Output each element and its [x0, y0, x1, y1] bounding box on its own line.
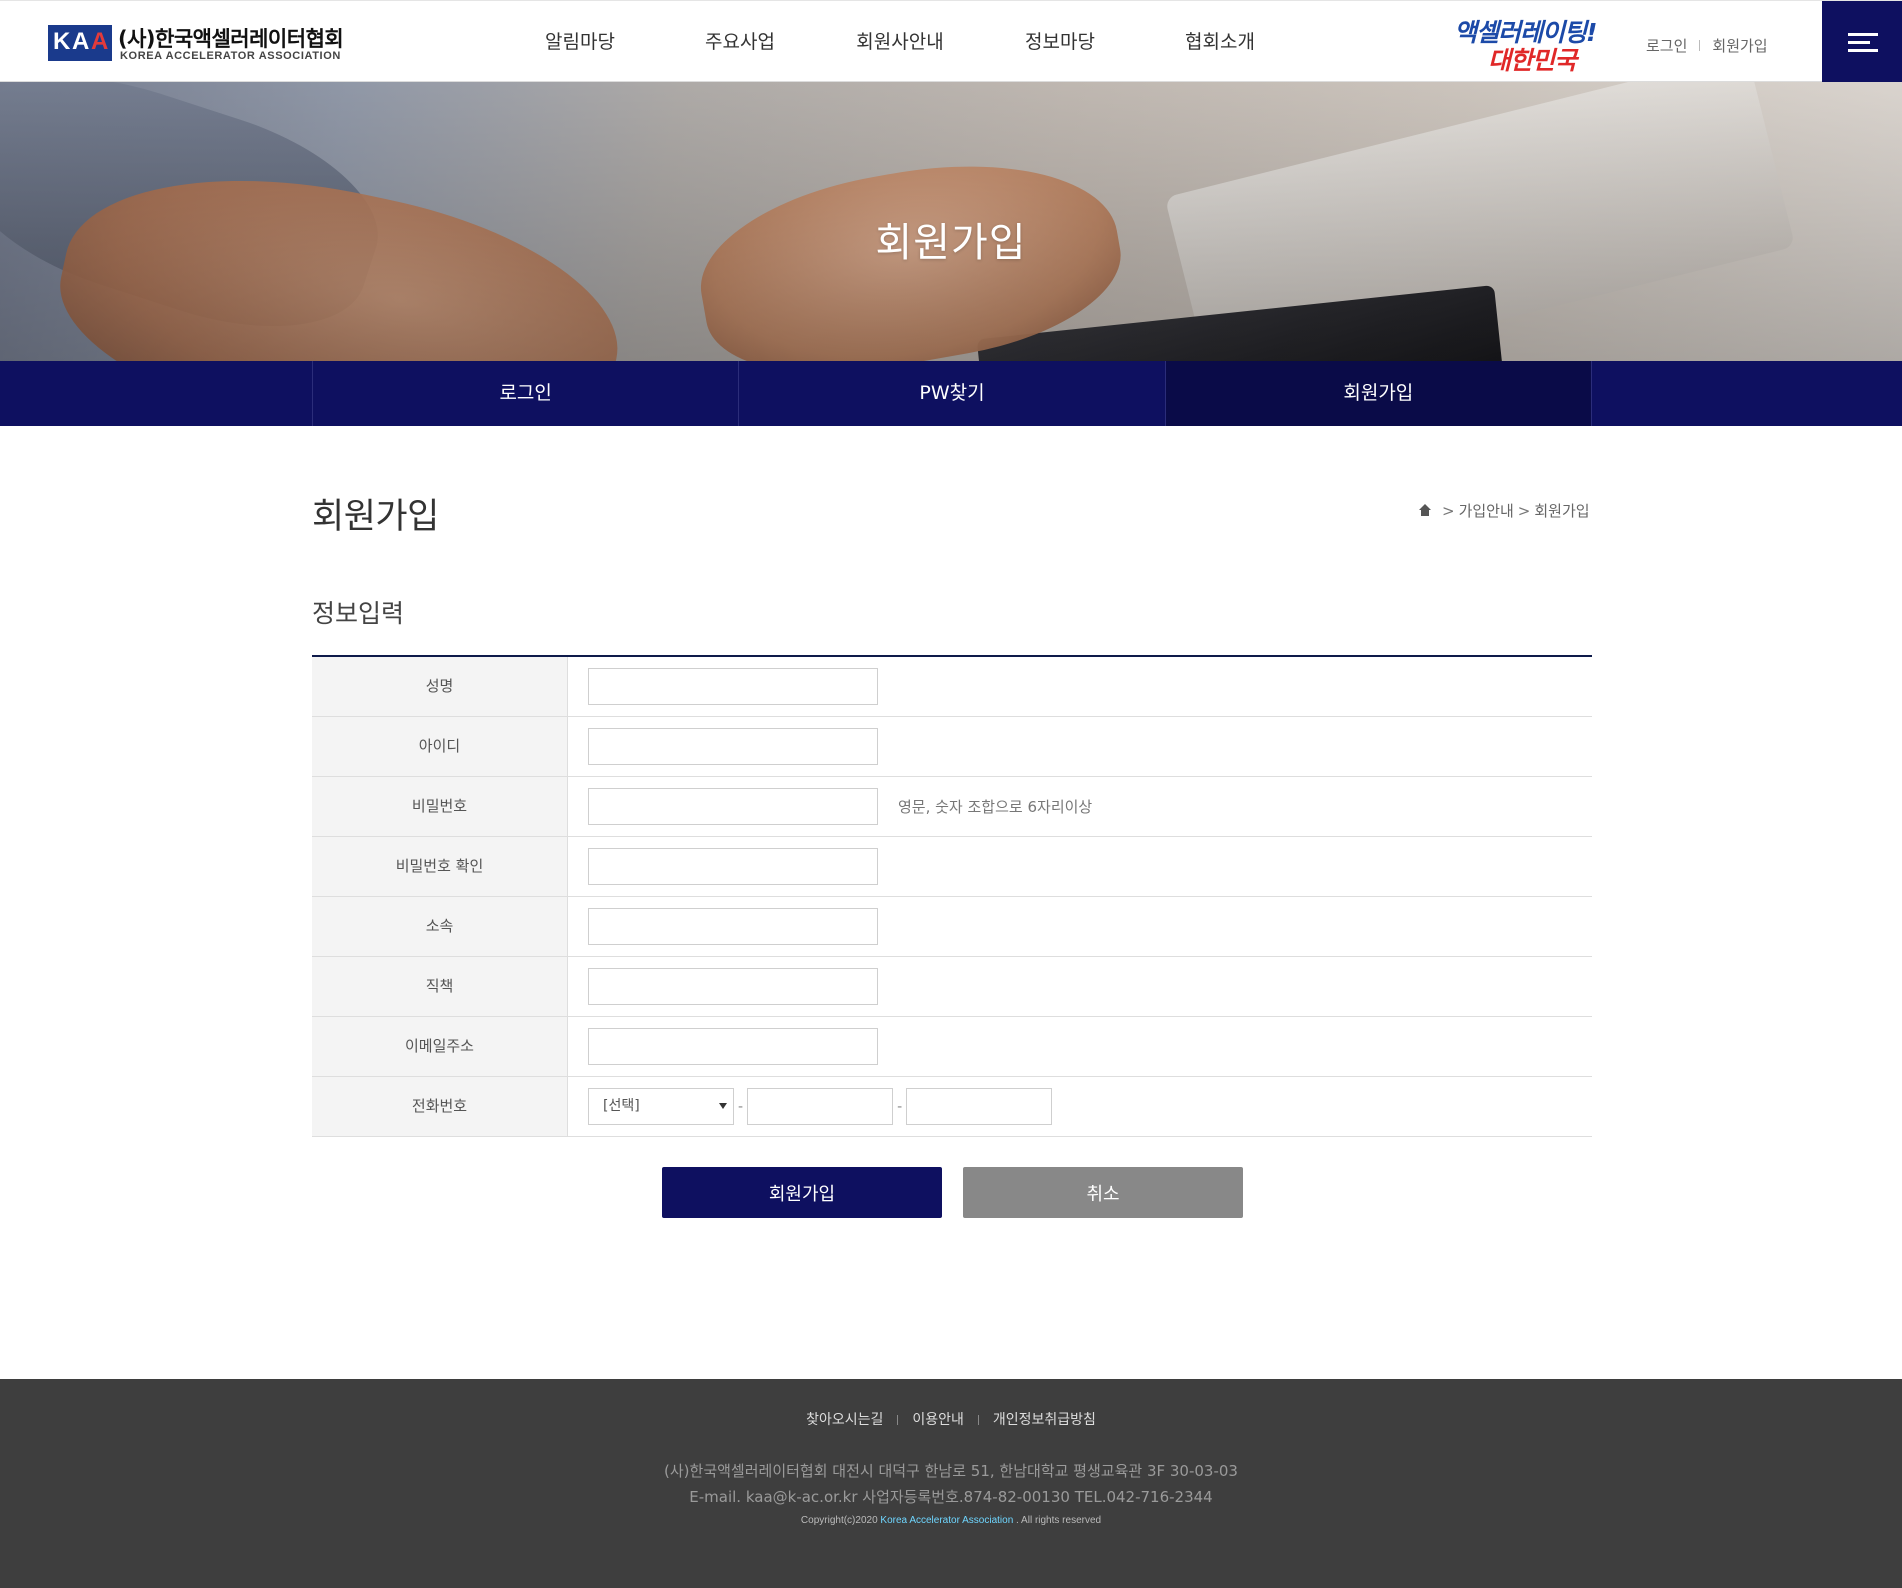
section-title: 정보입력: [312, 599, 405, 628]
form-row-password-confirm: 비밀번호 확인: [312, 837, 1592, 897]
field-label: 이메일주소: [312, 1017, 568, 1076]
hamburger-icon-bar: [1848, 49, 1878, 52]
util-divider: [1699, 40, 1701, 51]
footer-copyright: Copyright(c)2020 Korea Accelerator Assoc…: [0, 1515, 1902, 1526]
name-input[interactable]: [588, 668, 878, 705]
logo-letter-a2: A: [91, 28, 109, 55]
cancel-button[interactable]: 취소: [963, 1167, 1243, 1218]
affiliation-input[interactable]: [588, 908, 878, 945]
page-title: 회원가입: [312, 497, 439, 537]
site-footer: 찾아오시는길 이용안내 개인정보취급방침 (사)한국액셀러레이터협회 대전시 대덕구…: [0, 1379, 1902, 1588]
select-value: [선택]: [603, 1098, 640, 1114]
footer-contact: E-mail. kaa@k-ac.or.kr 사업자등록번호.874-82-00…: [689, 1488, 1213, 1506]
site-header: K A A (사)한국액셀러레이터협회 KOREA ACCELERATOR AS…: [0, 0, 1902, 83]
main-nav: 알림마당 주요사업 회원사안내 정보마당 협회소개: [500, 1, 1300, 83]
field-label: 성명: [312, 657, 568, 716]
field-label: 비밀번호 확인: [312, 837, 568, 896]
field-label: 직책: [312, 957, 568, 1016]
hamburger-icon-bar: [1848, 41, 1870, 44]
phone-middle-input[interactable]: [747, 1088, 894, 1125]
field-label: 비밀번호: [312, 777, 568, 836]
phone-prefix-select[interactable]: [선택]: [588, 1088, 734, 1125]
logo-mark: K A A: [48, 25, 112, 61]
logo-name-english: KOREA ACCELERATOR ASSOCIATION: [120, 50, 341, 62]
chevron-right-icon: >: [1517, 501, 1531, 520]
field-label: 전화번호: [312, 1077, 568, 1136]
phone-last-input[interactable]: [906, 1088, 1053, 1125]
util-join-link[interactable]: 회원가입: [1712, 35, 1767, 56]
slogan-logo: 액셀러레이팅! 대한민국: [1450, 11, 1610, 75]
phone-dash: -: [738, 1098, 744, 1115]
password-input[interactable]: [588, 788, 878, 825]
form-row-password: 비밀번호 영문, 숫자 조합으로 6자리이상: [312, 777, 1592, 837]
logo-letter-k: K: [53, 28, 71, 55]
field-label: 아이디: [312, 717, 568, 776]
sub-nav: 로그인 PW찾기 회원가입: [0, 361, 1902, 426]
footer-divider: [977, 1415, 979, 1425]
join-submit-button[interactable]: 회원가입: [662, 1167, 942, 1218]
hero-title: 회원가입: [875, 220, 1027, 266]
form-row-phone: 전화번호 [선택] - -: [312, 1077, 1592, 1137]
signup-form: 성명 아이디 비밀번호 영문, 숫자 조합으로 6자리이상 비밀번호 확인 소속…: [312, 655, 1592, 1137]
position-input[interactable]: [588, 968, 878, 1005]
site-logo[interactable]: K A A (사)한국액셀러레이터협회 KOREA ACCELERATOR AS…: [48, 23, 344, 63]
logo-letter-a1: A: [72, 28, 90, 55]
breadcrumb: > 가입안내 > 회원가입: [1418, 500, 1590, 521]
form-row-affiliation: 소속: [312, 897, 1592, 957]
hamburger-icon: [1848, 33, 1878, 36]
footer-link-directions[interactable]: 찾아오시는길: [806, 1412, 883, 1428]
utility-links: 로그인 회원가입: [1646, 35, 1768, 56]
form-row-email: 이메일주소: [312, 1017, 1592, 1077]
footer-address: (사)한국액셀러레이터협회 대전시 대덕구 한남로 51, 한남대학교 평생교육…: [664, 1462, 1238, 1480]
copyright-prefix: Copyright(c)2020: [800, 1515, 881, 1526]
nav-item-notice[interactable]: 알림마당: [500, 1, 660, 83]
hero-banner: 회원가입: [0, 82, 1902, 361]
tab-join[interactable]: 회원가입: [1165, 361, 1592, 426]
footer-divider: [897, 1415, 899, 1425]
breadcrumb-item-guide[interactable]: 가입안내: [1459, 500, 1514, 521]
home-icon[interactable]: [1418, 503, 1432, 518]
copyright-org: Korea Accelerator Association: [880, 1515, 1014, 1526]
breadcrumb-item-current: 회원가입: [1534, 502, 1590, 520]
util-login-link[interactable]: 로그인: [1646, 35, 1687, 56]
nav-item-members[interactable]: 회원사안내: [820, 1, 980, 83]
caret-down-icon: [719, 1103, 727, 1109]
footer-links: 찾아오시는길 이용안내 개인정보취급방침: [0, 1409, 1902, 1429]
phone-dash: -: [897, 1098, 903, 1115]
nav-item-business[interactable]: 주요사업: [660, 1, 820, 83]
form-row-name: 성명: [312, 657, 1592, 717]
password-hint: 영문, 숫자 조합으로 6자리이상: [898, 798, 1093, 816]
form-row-id: 아이디: [312, 717, 1592, 777]
tab-find-pw[interactable]: PW찾기: [739, 361, 1166, 426]
copyright-suffix: . All rights reserved: [1013, 1515, 1102, 1526]
nav-item-info[interactable]: 정보마당: [980, 1, 1140, 83]
hamburger-menu-button[interactable]: [1822, 1, 1902, 83]
footer-address-block: (사)한국액셀러레이터협회 대전시 대덕구 한남로 51, 한남대학교 평생교육…: [0, 1458, 1902, 1510]
slogan-line-2: 대한민국: [1488, 46, 1577, 75]
chevron-right-icon: >: [1442, 501, 1455, 520]
footer-link-terms[interactable]: 이용안내: [912, 1412, 964, 1428]
password-confirm-input[interactable]: [588, 848, 878, 885]
footer-link-privacy[interactable]: 개인정보취급방침: [993, 1412, 1096, 1428]
tab-login[interactable]: 로그인: [313, 361, 740, 426]
id-input[interactable]: [588, 728, 878, 765]
form-row-position: 직책: [312, 957, 1592, 1017]
field-label: 소속: [312, 897, 568, 956]
email-input[interactable]: [588, 1028, 878, 1065]
logo-name-korean: (사)한국액셀러레이터협회: [118, 27, 344, 51]
nav-item-about[interactable]: 협회소개: [1140, 1, 1300, 83]
